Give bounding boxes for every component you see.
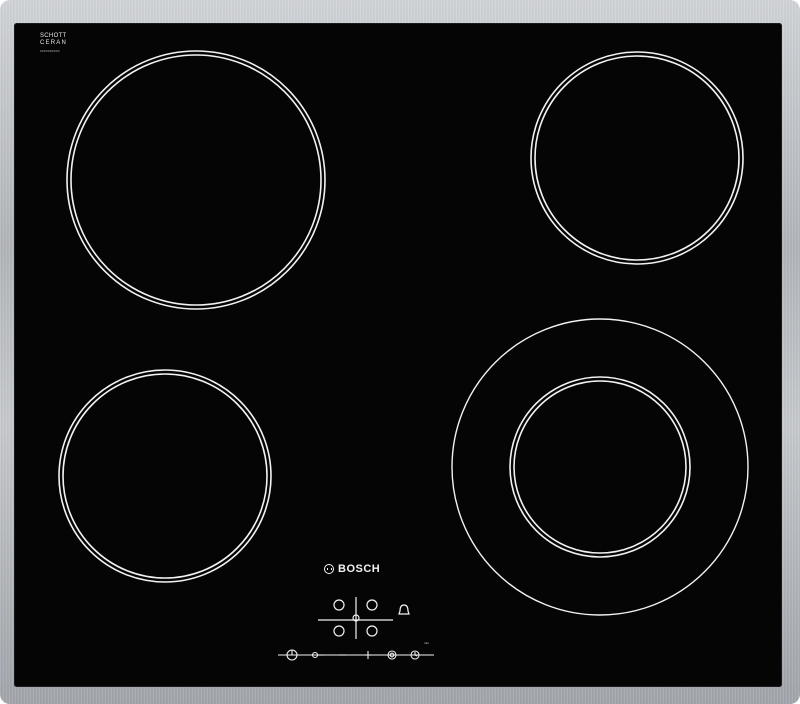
bell-icon xyxy=(398,604,410,615)
zone-selector-panel xyxy=(318,597,410,639)
zone-selector-front-right[interactable] xyxy=(333,625,345,637)
zone-selector-back-left[interactable] xyxy=(366,599,378,611)
min-label: min xyxy=(424,641,429,645)
zone-selector-front-left[interactable] xyxy=(333,599,345,611)
cooking-zone-bottom-right-dual[interactable] xyxy=(451,318,749,616)
cooktop-drawing xyxy=(58,50,749,661)
bosch-logo: BOSCH xyxy=(324,563,380,575)
touch-control-bar xyxy=(278,649,434,661)
cooking-zone-top-right[interactable] xyxy=(530,51,744,265)
zone-selector-back-right[interactable] xyxy=(366,625,378,637)
cooking-zone-top-left[interactable] xyxy=(66,50,326,310)
cooking-zone-bottom-left[interactable] xyxy=(58,369,272,583)
bosch-emblem-icon xyxy=(324,564,334,574)
plus-button[interactable] xyxy=(364,651,372,659)
brand-name: BOSCH xyxy=(338,563,381,575)
